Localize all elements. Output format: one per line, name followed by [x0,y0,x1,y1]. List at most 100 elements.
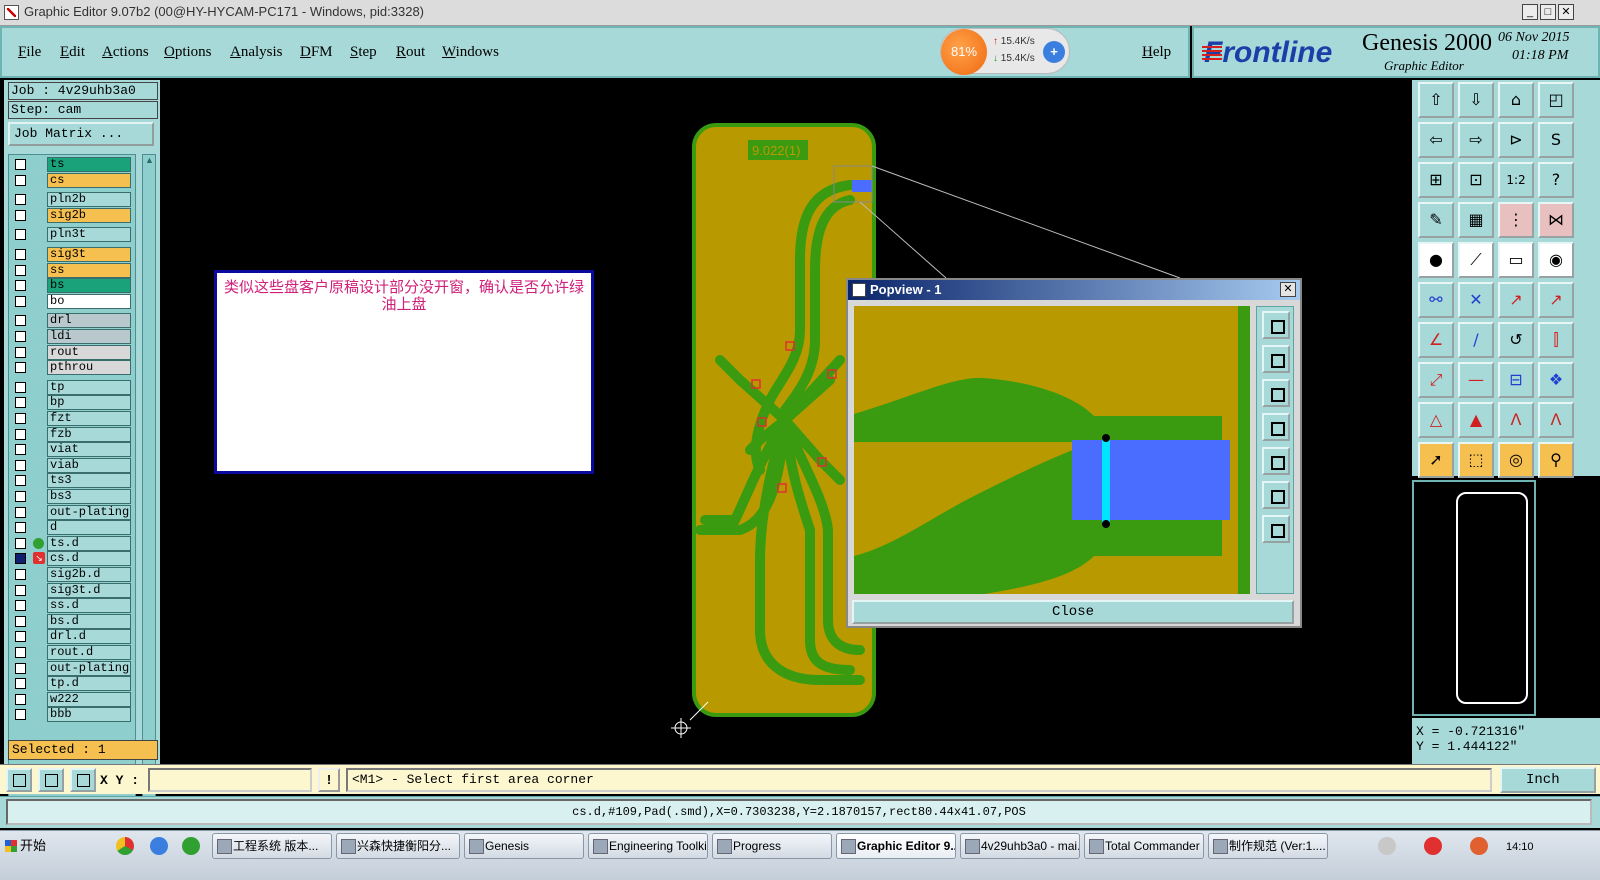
layer-name[interactable]: rout [47,344,131,360]
layer-row[interactable]: cs [9,172,135,188]
network-speed-widget[interactable]: 81% ↑ 15.4K/s ↓ 15.4K/s + [940,28,1070,75]
layer-checkbox[interactable] [15,229,26,241]
snap-bottom-icon[interactable]: ⇩ [1458,82,1494,118]
menu-file[interactable]: File [18,44,41,61]
ruler-icon[interactable]: ▭ [1498,242,1534,278]
taskbar-task[interactable]: Graphic Editor 9.... [836,833,956,859]
units-button[interactable]: Inch [1500,767,1596,793]
layer-name[interactable]: drl.d [47,629,131,645]
layer-row[interactable]: ldi [9,329,135,344]
layer-name[interactable]: sig3t.d [47,582,131,598]
taskbar-task[interactable]: 兴森快捷衡阳分... [336,833,460,859]
layer-row[interactable]: ss.d [9,598,135,614]
layer-checkbox[interactable] [15,678,26,690]
net-icon[interactable]: ⋈ [1538,202,1574,238]
layer-checkbox[interactable] [15,397,26,409]
layer-checkbox[interactable] [15,475,26,487]
popview-pan-left-icon[interactable] [1262,413,1290,441]
layer-checkbox[interactable] [15,249,26,260]
layer-name[interactable]: fzb [47,426,131,442]
slash-icon[interactable]: / [1458,322,1494,358]
keyboard-icon[interactable] [1378,837,1396,855]
layer-checkbox[interactable] [15,522,26,534]
layer-name[interactable]: w222 [47,691,131,707]
layer-checkbox[interactable] [15,428,26,440]
taskbar-task[interactable]: Total Commander ... [1084,833,1204,859]
menu-step[interactable]: Step [350,44,377,61]
layer-row[interactable]: tp.d [9,676,135,692]
popview-close-icon[interactable]: ✕ [1280,282,1296,297]
popview-pan-down-icon[interactable] [1262,379,1290,407]
layer-name[interactable]: out-plating [47,660,131,676]
menu-analysis[interactable]: Analysis [230,44,283,61]
layer-row[interactable]: d [9,520,135,536]
popview-close-button[interactable]: Close [852,600,1294,624]
layer-row[interactable]: pthrou [9,360,135,376]
layer-row[interactable]: bs.d [9,613,135,629]
layer-checkbox[interactable] [15,647,26,658]
layer-checkbox[interactable] [15,506,26,518]
menu-actions[interactable]: Actions [102,44,149,61]
layer-checkbox[interactable] [15,537,26,549]
grid-corner-icon[interactable]: ◰ [1538,82,1574,118]
layer-row[interactable]: bo [9,293,135,309]
triangle-icon[interactable]: △ [1418,402,1454,438]
layer-name[interactable]: drl [47,313,131,329]
pan-left-icon[interactable]: ⇦ [1418,122,1454,158]
taskbar-task[interactable]: Genesis [464,833,584,859]
zoom-home-icon[interactable]: ⊡ [1458,162,1494,198]
layer-name[interactable]: bbb [47,707,131,723]
xy-input[interactable] [148,768,312,792]
tray-refresh-icon[interactable] [1470,837,1488,855]
layer-row[interactable]: out-plating [9,504,135,520]
split-icon[interactable]: ⫿ [1538,322,1574,358]
layer-checkbox[interactable] [15,491,26,502]
layer-name[interactable]: viab [47,457,131,473]
pad-icon[interactable]: ● [1418,242,1454,278]
layer-name[interactable]: bs3 [47,489,131,504]
layer-name[interactable]: ts.d [47,535,131,551]
group-icon[interactable]: ❖ [1538,362,1574,398]
layer-checkbox[interactable] [15,362,26,374]
popview-zoom-fit-icon[interactable] [1262,311,1290,339]
layer-row[interactable]: sig3t [9,247,135,262]
layer-checkbox[interactable] [15,709,26,721]
layer-checkbox[interactable] [15,295,26,307]
triangle-split-icon[interactable]: ▲ [1458,402,1494,438]
layer-name[interactable]: pln2b [47,192,131,208]
arch-icon[interactable]: Λ [1498,402,1534,438]
scroll-up-icon[interactable]: ▲ [145,155,154,165]
line-icon[interactable]: — [1458,362,1494,398]
popview-pan-right-icon[interactable] [1262,447,1290,475]
popview-zoom-out-icon[interactable] [1262,515,1290,543]
layer-row[interactable]: sig2b [9,207,135,223]
layer-row[interactable]: bp [9,395,135,411]
layer-row[interactable]: drl.d [9,629,135,645]
pointer-net-icon[interactable]: ⚲ [1538,442,1574,478]
tray-app-icon[interactable] [1424,837,1442,855]
layer-list-scrollbar[interactable]: ▲ ▼ [142,154,156,810]
layer-row[interactable]: tp [9,379,135,395]
layer-row[interactable]: fzb [9,426,135,442]
layer-row[interactable]: bbb [9,707,135,723]
layer-name[interactable]: ss [47,262,131,278]
layer-name[interactable]: cs.d [47,551,131,567]
grid-icon[interactable]: ▦ [1458,202,1494,238]
layer-checkbox[interactable] [15,280,26,292]
layer-name[interactable]: ldi [47,329,131,344]
start-button[interactable]: 开始 [2,835,56,857]
pointer-icon[interactable]: ➚ [1418,442,1454,478]
layer-checkbox[interactable] [15,159,26,170]
popview-zoom-in-icon[interactable] [1262,481,1290,509]
layer-name[interactable]: cs [47,172,131,188]
layer-row[interactable]: fzt [9,411,135,426]
layer-checkbox[interactable] [15,553,26,565]
layer-checkbox[interactable] [15,174,26,186]
system-tray[interactable] [1378,837,1502,857]
zoom-fit-icon[interactable]: ⊞ [1418,162,1454,198]
layer-row[interactable]: w222 [9,691,135,707]
warning-button[interactable]: ! [318,768,340,792]
close-window-button[interactable]: ✕ [1558,4,1574,20]
layer-name[interactable]: tp.d [47,676,131,692]
menu-edit[interactable]: Edit [60,44,85,61]
